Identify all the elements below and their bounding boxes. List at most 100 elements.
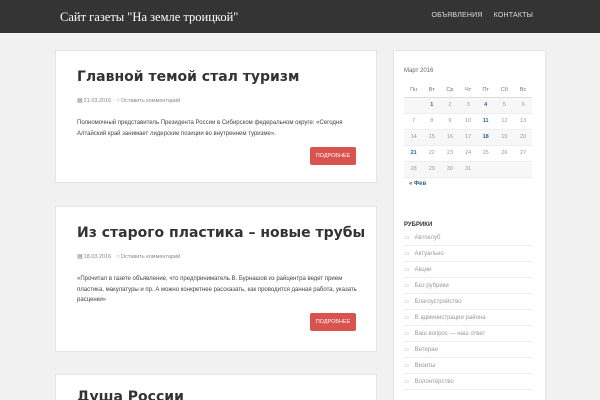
folder-icon: ▭ xyxy=(404,331,410,337)
categories-list: ▭ Автоклуб ▭ Актуально ▭ Акции ▭ Без рубрики ▭ Бл… xyxy=(404,230,532,390)
calendar-week: 14 15 16 17 18 19 20 xyxy=(404,129,532,146)
post-title[interactable]: Главной темой стал туризм xyxy=(77,69,299,85)
calendar-day: 20 xyxy=(514,129,532,146)
post-date[interactable]: 18.03.2016 xyxy=(84,254,112,260)
category-label[interactable]: Акции xyxy=(415,267,432,273)
top-bar: Сайт газеты "На земле троицкой" ОБЪЯВЛЕН… xyxy=(0,0,600,33)
calendar-weekday: Чт xyxy=(459,84,477,98)
category-item[interactable]: ▭ Автоклуб xyxy=(404,230,532,246)
calendar-caption: Март 2016 xyxy=(404,68,434,74)
folder-icon: ▭ xyxy=(404,379,410,385)
post-card: Главной темой стал туризм ▦21.03.2016 ○О… xyxy=(55,50,377,183)
calendar-day: 10 xyxy=(459,113,477,130)
category-label[interactable]: Без рубрики xyxy=(415,283,449,289)
post-excerpt: «Прочитал в газете объявление, что предп… xyxy=(77,276,357,303)
category-label[interactable]: Ваш вопрос — наш ответ xyxy=(415,331,486,337)
sidebar: Март 2016 Пн Вт Ср Чт Пт Сб Вс 1 2 3 4 5 6 7 8 9 10 11 12… xyxy=(393,50,546,400)
calendar-weekday: Ср xyxy=(440,84,460,98)
comment-link[interactable]: Оставить комментарий xyxy=(121,98,180,104)
category-label[interactable]: Благоустройство xyxy=(415,299,462,305)
category-label[interactable]: Ветеран xyxy=(415,347,438,353)
category-item[interactable]: ▭ Без рубрики xyxy=(404,278,532,294)
site-title[interactable]: Сайт газеты "На земле троицкой" xyxy=(60,10,238,25)
calendar-day: 30 xyxy=(440,161,460,178)
calendar-icon: ▦ xyxy=(77,254,83,260)
category-item[interactable]: ▭ Благоустройство xyxy=(404,294,532,310)
calendar-day: 19 xyxy=(494,129,515,146)
category-item[interactable]: ▭ Визиты xyxy=(404,358,532,374)
nav-item-announcements[interactable]: ОБЪЯВЛЕНИЯ xyxy=(431,12,482,19)
nav-item-contacts[interactable]: КОНТАКТЫ xyxy=(494,12,533,19)
category-label[interactable]: В администрации района xyxy=(415,315,486,321)
category-item[interactable]: ▭ Ваш вопрос — наш ответ xyxy=(404,326,532,342)
calendar-week: 7 8 9 10 11 12 13 xyxy=(404,113,532,130)
calendar-day: 28 xyxy=(404,161,424,178)
category-label[interactable]: Актуально xyxy=(415,251,444,257)
folder-icon: ▭ xyxy=(404,347,410,353)
folder-icon: ▭ xyxy=(404,235,410,241)
calendar-day: 24 xyxy=(459,145,477,162)
category-label[interactable]: Волонтёрство xyxy=(415,379,454,385)
post-excerpt: Полномочный представитель Президента Рос… xyxy=(77,120,343,137)
calendar-day: 31 xyxy=(459,161,477,178)
calendar-day: 22 xyxy=(423,145,441,162)
category-label[interactable]: Автоклуб xyxy=(415,235,441,241)
calendar-week: 28 29 30 31 xyxy=(404,161,532,178)
calendar-day: 14 xyxy=(404,129,424,146)
calendar-week: 21 22 23 24 25 26 27 xyxy=(404,145,532,162)
calendar-pad xyxy=(404,97,424,114)
calendar-day: 29 xyxy=(423,161,441,178)
calendar-day[interactable]: 21 xyxy=(404,145,424,162)
post-meta: ▦21.03.2016 ○Оставить комментарий xyxy=(77,97,180,105)
read-more-button[interactable]: ПОДРОБНЕЕ xyxy=(310,147,356,165)
category-item[interactable]: ▭ Ветеран xyxy=(404,342,532,358)
calendar-day: 23 xyxy=(440,145,460,162)
calendar-day: 25 xyxy=(476,145,495,162)
folder-icon: ▭ xyxy=(404,283,410,289)
calendar-weekday: Вт xyxy=(423,84,441,98)
calendar-day: 6 xyxy=(514,97,532,114)
main-nav: ОБЪЯВЛЕНИЯ КОНТАКТЫ xyxy=(431,12,533,19)
calendar-pad xyxy=(476,161,495,178)
folder-icon: ▭ xyxy=(404,267,410,273)
calendar-day: 7 xyxy=(404,113,424,130)
comment-icon: ○ xyxy=(116,253,120,260)
post-meta: ▦18.03.2016 ○Оставить комментарий xyxy=(77,253,180,261)
post-card: Из старого пластика – новые трубы ▦18.03… xyxy=(55,206,377,352)
category-item[interactable]: ▭ Волонтёрство xyxy=(404,374,532,390)
calendar-day: 5 xyxy=(494,97,515,114)
calendar-day[interactable]: 4 xyxy=(476,97,495,114)
calendar: Пн Вт Ср Чт Пт Сб Вс 1 2 3 4 5 6 7 8 9 10 11 12 13 14 15 16 17… xyxy=(404,84,532,178)
calendar-day: 15 xyxy=(423,129,441,146)
calendar-weekday: Пт xyxy=(476,84,495,98)
calendar-weekday: Сб xyxy=(494,84,515,98)
calendar-day: 9 xyxy=(440,113,460,130)
calendar-icon: ▦ xyxy=(77,98,83,104)
folder-icon: ▭ xyxy=(404,363,410,369)
category-item[interactable]: ▭ Акции xyxy=(404,262,532,278)
category-label[interactable]: Визиты xyxy=(415,363,436,369)
calendar-day: 17 xyxy=(459,129,477,146)
categories-title: РУБРИКИ xyxy=(404,222,433,228)
comment-link[interactable]: Оставить комментарий xyxy=(121,254,180,260)
calendar-day: 8 xyxy=(423,113,441,130)
category-item[interactable]: ▭ Актуально xyxy=(404,246,532,262)
calendar-prev-link[interactable]: « Фев xyxy=(409,181,426,187)
folder-icon: ▭ xyxy=(404,251,410,257)
category-item[interactable]: ▭ В администрации района xyxy=(404,310,532,326)
calendar-day: 26 xyxy=(494,145,515,162)
calendar-day[interactable]: 18 xyxy=(476,129,495,146)
post-date[interactable]: 21.03.2016 xyxy=(84,98,112,104)
post-title[interactable]: Из старого пластика – новые трубы xyxy=(77,225,365,241)
folder-icon: ▭ xyxy=(404,315,410,321)
calendar-weekday: Вс xyxy=(514,84,532,98)
post-title[interactable]: Душа России xyxy=(77,389,184,400)
calendar-week: 123456 xyxy=(404,97,532,114)
calendar-pad xyxy=(494,161,515,178)
calendar-day[interactable]: 1 xyxy=(423,97,441,114)
comment-icon: ○ xyxy=(116,97,120,104)
calendar-day[interactable]: 11 xyxy=(476,113,495,130)
calendar-pad xyxy=(514,161,532,178)
read-more-button[interactable]: ПОДРОБНЕЕ xyxy=(310,313,356,331)
calendar-day: 2 xyxy=(440,97,460,114)
